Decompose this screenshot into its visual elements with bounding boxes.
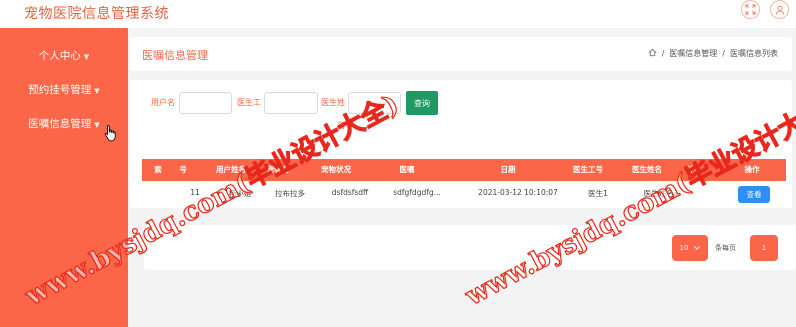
page-size-value: 10 <box>679 244 689 252</box>
doctor-name-label-cont: 名 <box>337 121 345 130</box>
table-header: 索 号 用户姓名 宠物名 宠物状况 医嘱 日期 医生工号 医生姓名 科室 操作 <box>142 159 786 181</box>
doctor-no-input[interactable] <box>264 92 318 114</box>
user-icon[interactable] <box>770 0 789 19</box>
chevron-down-icon <box>694 244 701 252</box>
doctor-name-label: 医生姓 <box>321 98 345 107</box>
breadcrumb-item-current: 医嘱信息列表 <box>730 49 778 58</box>
top-bar: 宠物医院信息管理系统 <box>0 0 796 28</box>
pagination: 10 条每页 1 <box>144 225 796 270</box>
column-header: 索 <box>154 165 162 174</box>
breadcrumb-separator: / <box>661 49 665 58</box>
caret-down-icon: ▼ <box>94 87 100 95</box>
column-header: 医嘱 <box>399 165 415 174</box>
sidebar-item-label: 个人中心 <box>38 50 81 62</box>
per-page-label: 条每页 <box>715 244 736 252</box>
sidebar-item-label: 医嘱信息管理 <box>28 118 92 130</box>
breadcrumb: / 医嘱信息管理 / 医嘱信息列表 <box>648 48 778 59</box>
home-icon[interactable] <box>648 48 657 59</box>
column-header: 日期 <box>500 165 516 174</box>
breadcrumb-item[interactable]: 医嘱信息管理 <box>669 48 717 59</box>
username-input[interactable] <box>179 92 232 114</box>
cell-pet-name: 拉布拉多 <box>275 189 305 198</box>
cell-doctor-no: 医生1 <box>588 189 608 198</box>
sidebar-item-label: 预约挂号管理 <box>28 84 92 96</box>
header-bar: 医嘱信息管理 / 医嘱信息管理 / 医嘱信息列表 <box>130 37 792 71</box>
main-content: 医嘱信息管理 / 医嘱信息管理 / 医嘱信息列表 用户名 医生工 医生姓 名 查… <box>128 28 796 327</box>
fullscreen-icon[interactable] <box>741 0 760 19</box>
username-label: 用户名 <box>151 98 175 107</box>
cell-date: 2021-03-12 10:10:07 <box>478 188 558 197</box>
cell-doctor-name: 医生姓名1 <box>643 189 679 198</box>
column-header: 宠物状况 <box>321 165 351 174</box>
view-button[interactable]: 查看 <box>738 186 770 203</box>
cell-index: 11 <box>190 188 200 197</box>
sidebar: 个人中心 ▼ 预约挂号管理 ▼ 医嘱信息管理 ▼ <box>0 28 128 327</box>
page-button-current[interactable]: 1 <box>750 235 778 261</box>
doctor-no-label: 医生工 <box>237 98 261 107</box>
app-title: 宠物医院信息管理系统 <box>24 6 169 22</box>
breadcrumb-separator: / <box>722 49 725 58</box>
cell-user-name: 杨小姐 <box>228 189 252 198</box>
column-header: 医生工号 <box>573 165 603 174</box>
page-title: 医嘱信息管理 <box>142 49 208 62</box>
data-table: 索 号 用户姓名 宠物名 宠物状况 医嘱 日期 医生工号 医生姓名 科室 操作 … <box>130 156 792 208</box>
column-header: 用户姓名 <box>216 165 246 174</box>
hand-cursor-icon <box>104 124 118 142</box>
caret-down-icon: ▼ <box>94 121 100 129</box>
column-header: 宠物名 <box>266 165 290 174</box>
sidebar-item-appointment[interactable]: 预约挂号管理 ▼ <box>0 82 128 97</box>
column-header: 号 <box>179 165 187 174</box>
column-header: 科室 <box>685 165 701 174</box>
search-button[interactable]: 查询 <box>406 91 438 115</box>
search-form: 用户名 医生工 医生姓 名 查询 <box>130 80 792 166</box>
doctor-name-input[interactable] <box>348 92 401 114</box>
sidebar-item-personal-center[interactable]: 个人中心 ▼ <box>0 48 128 63</box>
caret-down-icon: ▼ <box>83 53 90 61</box>
column-header: 操作 <box>744 165 760 174</box>
cell-advice: sdfgfdgdfg... <box>393 188 441 197</box>
page-size-select[interactable]: 10 <box>672 235 708 261</box>
cell-pet-condition: dsfdsfsdff <box>331 188 369 197</box>
column-header: 医生姓名 <box>632 165 662 174</box>
